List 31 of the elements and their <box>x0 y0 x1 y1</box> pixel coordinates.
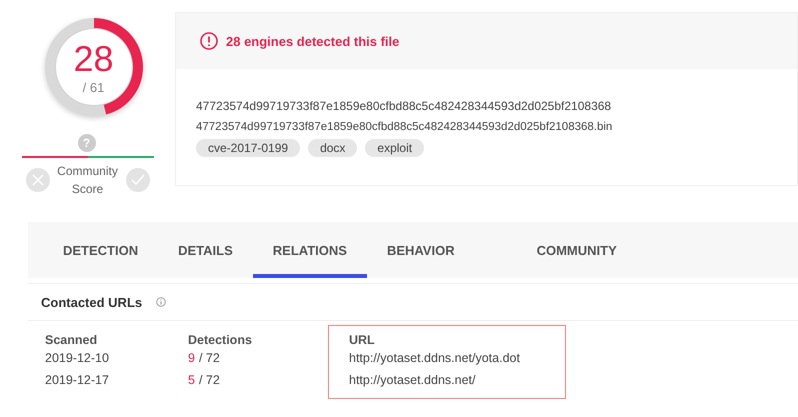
tab[interactable]: RELATIONS <box>252 222 367 278</box>
positives-count: 5 <box>188 373 195 387</box>
info-icon <box>156 297 166 307</box>
question-icon: ? <box>78 134 96 152</box>
positives-count: 9 <box>188 351 195 365</box>
file-name: 47723574d99719733f87e1859e80cfbd88c5c482428344593d2d025bf2108368.bin <box>196 121 614 133</box>
section-title: Contacted URLs <box>41 294 142 310</box>
community-score-label: Community Score <box>56 163 119 198</box>
tab[interactable]: DETECTION <box>43 222 158 278</box>
alert-text: 28 engines detected this file <box>226 34 400 48</box>
close-icon[interactable] <box>26 168 50 192</box>
url-link[interactable]: http://yotaset.ddns.net/ <box>349 373 476 387</box>
column-header: Detections <box>188 333 253 347</box>
total-count: / 72 <box>198 373 220 387</box>
engine-total: / 61 <box>82 80 104 94</box>
file-hash: 47723574d99719733f87e1859e80cfbd88c5c482428344593d2d025bf2108368 <box>196 99 612 113</box>
tag[interactable]: cve-2017-0199 <box>196 139 300 157</box>
table-cell: 2019-12-10 <box>45 351 109 365</box>
alert-icon <box>200 32 218 50</box>
tab[interactable]: DETAILS <box>158 222 253 278</box>
detection-count: 28 <box>73 40 114 78</box>
table-cell: 2019-12-17 <box>45 373 109 387</box>
url-link[interactable]: http://yotaset.ddns.net/yota.dot <box>349 351 520 365</box>
tag[interactable]: docx <box>308 139 358 157</box>
tag[interactable]: exploit <box>365 139 424 157</box>
column-header: URL <box>349 333 376 347</box>
column-header: Scanned <box>45 333 98 347</box>
tab[interactable]: BEHAVIOR <box>366 222 475 278</box>
tab[interactable]: COMMUNITY <box>516 222 637 278</box>
total-count: / 72 <box>198 351 220 365</box>
check-icon[interactable] <box>126 168 150 192</box>
